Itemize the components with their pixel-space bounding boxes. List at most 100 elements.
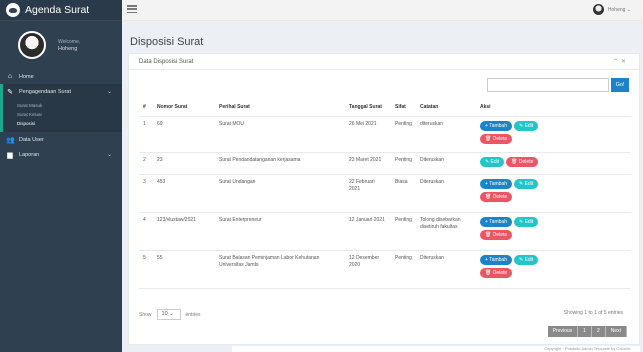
app-title: Agenda Surat	[25, 4, 90, 16]
catatan: Tolong disebarkan disetiruh fakultas	[415, 212, 476, 251]
tanggal-surat: 23 Maret 2021	[345, 152, 391, 175]
edit-button[interactable]: ✎ Edit	[513, 121, 539, 131]
page-size-control: Show 10 ⌄ entries	[139, 309, 201, 320]
pagination: Previous 1 2 Next	[547, 326, 627, 337]
topbar: Hoheng ⌄	[122, 0, 643, 21]
table-row: 2 23 Surat Pendandatanganan kerjasama 23…	[139, 152, 631, 175]
sidebar-item-laporan[interactable]: ▆ Laporan ⌄	[0, 147, 122, 162]
nomor-surat: 23	[153, 152, 215, 175]
user-dropdown[interactable]: Hoheng ⌄	[592, 4, 631, 15]
column-header[interactable]: Perihal Surat	[215, 98, 345, 117]
row-number: 3	[139, 174, 153, 213]
panel-header: Data Disposisi Surat ⌃✕	[129, 54, 639, 70]
edit-icon: ✎	[7, 88, 13, 96]
nomor-surat: 453	[153, 174, 215, 213]
sifat: Penting	[391, 250, 416, 289]
row-number: 5	[139, 250, 153, 289]
page-title: Disposisi Surat	[130, 36, 204, 48]
sidebar-item-pengagendaan[interactable]: ✎ Pengagendaan Surat ⌄	[0, 84, 122, 99]
row-number: 2	[139, 152, 153, 175]
chevron-down-icon: ⌄	[106, 152, 112, 158]
users-icon: 👥	[6, 136, 15, 144]
catatan: Diteruskan	[415, 174, 476, 213]
page-2-button[interactable]: 2	[591, 326, 606, 337]
chevron-down-icon: ⌄	[625, 6, 631, 13]
sifat: Penting	[391, 212, 416, 251]
tanggal-surat: 26 Mei 2021	[345, 116, 391, 153]
tambah-button[interactable]: + Tambah	[479, 179, 512, 189]
delete-button[interactable]: 🗑 Delete	[479, 268, 513, 278]
delete-button[interactable]: 🗑 Delete	[479, 134, 513, 144]
nomor-surat: 123/vlustaw/2021	[153, 212, 215, 251]
go-button[interactable]: Go!	[611, 78, 629, 92]
delete-button[interactable]: 🗑 Delete	[479, 192, 513, 202]
perihal-surat: Surat Pendandatanganan kerjasama	[215, 152, 345, 175]
menu-toggle-icon[interactable]	[127, 5, 137, 13]
tanggal-surat: 22 Februari 2021	[345, 174, 391, 213]
perihal-surat: Surat MOU	[215, 116, 345, 153]
sidebar: Agenda Surat Welcome, Hoheng ⌂ Home ✎ Pe…	[0, 0, 122, 352]
sidebar-item-home[interactable]: ⌂ Home	[0, 69, 122, 84]
perihal-surat: Surat Enterpreneur	[215, 212, 345, 251]
previous-button[interactable]: Previous	[547, 326, 579, 337]
catatan: Diteruskan	[415, 152, 476, 175]
tambah-button[interactable]: + Tambah	[479, 121, 512, 131]
brand[interactable]: Agenda Surat	[0, 0, 122, 21]
submenu-item-surat-masuk[interactable]: Surat Masuk	[3, 101, 122, 110]
submenu: Surat Masuk Surat Keluar Disposisi	[0, 99, 122, 132]
catatan: Diteruskan	[415, 250, 476, 289]
show-label: Show	[139, 311, 152, 318]
row-number: 4	[139, 212, 153, 251]
next-button[interactable]: Next	[605, 326, 627, 337]
edit-button[interactable]: ✎ Edit	[513, 179, 539, 189]
tanggal-surat: 12 Januari 2021	[345, 212, 391, 251]
close-icon[interactable]: ✕	[621, 59, 629, 65]
user-name: Hoheng	[58, 45, 78, 52]
column-header[interactable]: Nomor Surat	[153, 98, 215, 117]
tambah-button[interactable]: + Tambah	[479, 217, 512, 227]
table-info: Showing 1 to 1 of 5 entries	[563, 310, 623, 316]
sifat: Penting	[391, 152, 416, 175]
collapse-icon[interactable]: ⌃	[613, 59, 621, 65]
table-row: 3 453 Surat Undangan 22 Februari 2021 Bi…	[139, 174, 631, 213]
avatar[interactable]	[18, 31, 46, 59]
table-row: 4 123/vlustaw/2021 Surat Enterpreneur 12…	[139, 212, 631, 251]
page-size-select[interactable]: 10 ⌄	[156, 309, 181, 320]
sifat: Biasa	[391, 174, 416, 213]
page-1-button[interactable]: 1	[578, 326, 592, 337]
delete-button[interactable]: 🗑 Delete	[479, 230, 513, 240]
table-row: 5 55 Surat Balasan Peminjaman Labor Kehu…	[139, 250, 631, 289]
catatan: diteruskan	[415, 116, 476, 153]
column-header[interactable]: Sifat	[391, 98, 416, 117]
nomor-surat: 69	[153, 116, 215, 153]
nomor-surat: 55	[153, 250, 215, 289]
actions-cell: + Tambah ✎ Edit 🗑 Delete	[475, 250, 631, 289]
submenu-item-disposisi[interactable]: Disposisi	[3, 119, 122, 128]
tanggal-surat: 12 Desember 2020	[345, 250, 391, 289]
column-header[interactable]: Catatan	[415, 98, 476, 117]
sidebar-item-label: Home	[19, 73, 34, 80]
actions-cell: + Tambah ✎ Edit 🗑 Delete	[475, 212, 631, 251]
column-header[interactable]: Tanggal Surat	[345, 98, 391, 117]
topbar-user-name: Hoheng	[607, 6, 626, 13]
brand-logo-icon	[6, 3, 20, 17]
column-header[interactable]: #	[139, 98, 153, 117]
tambah-button[interactable]: + Tambah	[479, 255, 512, 265]
sidebar-item-label: Pengagendaan Surat	[19, 88, 71, 95]
edit-button[interactable]: ✎ Edit	[479, 157, 505, 167]
chevron-down-icon: ⌄	[106, 89, 112, 95]
delete-button[interactable]: 🗑 Delete	[506, 157, 539, 167]
sidebar-item-data-user[interactable]: 👥 Data User	[0, 132, 122, 147]
user-panel: Welcome, Hoheng	[0, 21, 122, 69]
search-input[interactable]	[487, 78, 609, 92]
edit-button[interactable]: ✎ Edit	[513, 255, 539, 265]
data-panel: Data Disposisi Surat ⌃✕ Go! # Nomor Sura…	[128, 53, 640, 345]
welcome-text: Welcome,	[58, 38, 81, 45]
disposisi-table: # Nomor Surat Perihal Surat Tanggal Sura…	[139, 98, 631, 289]
edit-button[interactable]: ✎ Edit	[513, 217, 539, 227]
avatar	[592, 4, 604, 15]
row-number: 1	[139, 116, 153, 153]
submenu-item-surat-keluar[interactable]: Surat Keluar	[3, 110, 122, 119]
sidebar-item-label: Laporan	[19, 151, 40, 158]
sifat: Penting	[391, 116, 416, 153]
